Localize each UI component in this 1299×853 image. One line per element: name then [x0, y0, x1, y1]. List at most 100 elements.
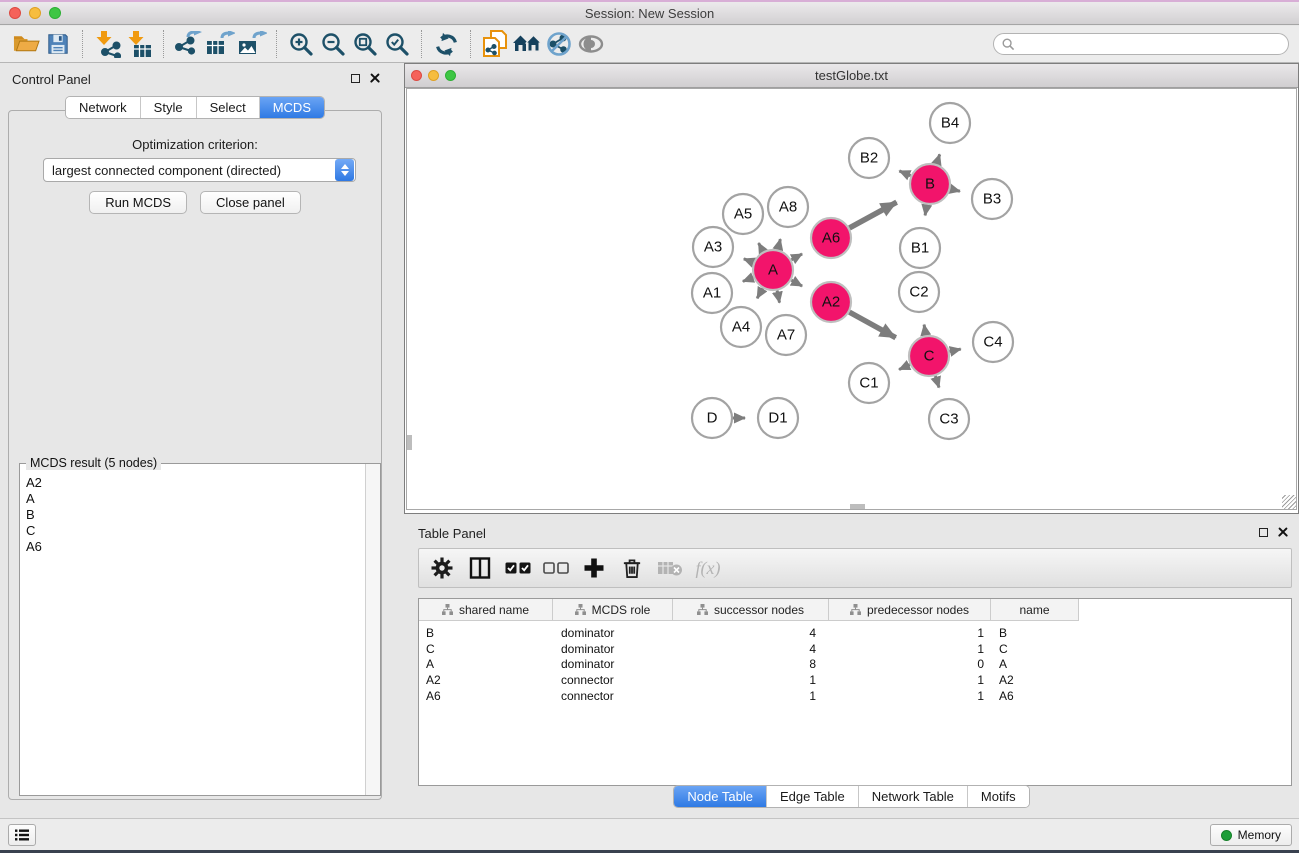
graph-edge-B-B4[interactable] — [937, 154, 940, 164]
tab-style[interactable]: Style — [140, 97, 196, 118]
column-header-predecessor-nodes[interactable]: predecessor nodes — [829, 599, 991, 621]
graph-node-A3[interactable]: A3 — [693, 227, 733, 267]
tab-select[interactable]: Select — [196, 97, 259, 118]
refresh-icon[interactable] — [430, 29, 462, 59]
column-header-successor-nodes[interactable]: successor nodes — [673, 599, 829, 621]
graph-node-A1[interactable]: A1 — [692, 273, 732, 313]
graph-node-B2[interactable]: B2 — [849, 138, 889, 178]
graph-node-A7[interactable]: A7 — [766, 315, 806, 355]
tab-motifs[interactable]: Motifs — [967, 786, 1029, 807]
memory-button[interactable]: Memory — [1210, 824, 1292, 846]
optimization-criterion-dropdown[interactable]: largest connected component (directed) — [43, 158, 356, 182]
graph-node-A8[interactable]: A8 — [768, 187, 808, 227]
graph-edge-B-B3[interactable] — [950, 189, 960, 191]
graph-edge-A-A5[interactable] — [759, 243, 764, 251]
table-row[interactable]: B dominator 4 1 B — [419, 625, 1291, 641]
graph-node-A5[interactable]: A5 — [723, 194, 763, 234]
graph-edge-B-B1[interactable] — [925, 205, 927, 216]
graph-node-A2[interactable]: A2 — [811, 282, 851, 322]
delete-table-icon[interactable] — [655, 553, 685, 583]
select-all-checkboxes-icon[interactable] — [503, 553, 533, 583]
table-row[interactable]: A6 connector 1 1 A6 — [419, 688, 1291, 704]
float-panel-icon[interactable] — [351, 74, 360, 83]
graph-edge-C-C1[interactable] — [899, 365, 910, 370]
graph-node-A6[interactable]: A6 — [811, 218, 851, 258]
window-resize-grip[interactable] — [1282, 495, 1296, 509]
table-row[interactable]: A dominator 8 0 A — [419, 657, 1291, 673]
zoom-in-icon[interactable] — [285, 29, 317, 59]
graph-edge-A-A7[interactable] — [777, 291, 779, 303]
export-network-icon[interactable] — [172, 29, 204, 59]
graph-node-B1[interactable]: B1 — [900, 228, 940, 268]
mcds-result-item[interactable]: A — [26, 491, 359, 507]
horizontal-scroll-nub[interactable] — [850, 504, 865, 509]
result-list-scrollbar[interactable] — [365, 464, 380, 795]
table-row[interactable]: C dominator 4 1 C — [419, 641, 1291, 657]
float-panel-icon[interactable] — [1259, 528, 1268, 537]
graph-edge-A-A1[interactable] — [743, 277, 753, 281]
graph-node-A[interactable]: A — [753, 250, 793, 290]
graph-node-C2[interactable]: C2 — [899, 272, 939, 312]
graph-node-B4[interactable]: B4 — [930, 103, 970, 143]
graph-node-C[interactable]: C — [909, 336, 949, 376]
search-input[interactable] — [1015, 37, 1280, 51]
graph-edge-A6-B[interactable] — [849, 202, 896, 228]
tab-edge-table[interactable]: Edge Table — [766, 786, 858, 807]
deselect-all-checkboxes-icon[interactable] — [541, 553, 571, 583]
graph-edge-A-A8[interactable] — [778, 239, 780, 249]
graph-node-B[interactable]: B — [910, 164, 950, 204]
first-neighbors-icon[interactable] — [511, 29, 543, 59]
new-network-from-selection-icon[interactable] — [479, 29, 511, 59]
column-header-mcds-role[interactable]: MCDS role — [553, 599, 673, 621]
close-panel-icon[interactable] — [1278, 527, 1288, 537]
network-window-titlebar[interactable]: testGlobe.txt — [405, 64, 1298, 88]
import-network-icon[interactable] — [91, 29, 123, 59]
tab-mcds[interactable]: MCDS — [259, 97, 324, 118]
graph-node-D1[interactable]: D1 — [758, 398, 798, 438]
tab-network-table[interactable]: Network Table — [858, 786, 967, 807]
column-header-name[interactable]: name — [991, 599, 1079, 621]
export-image-icon[interactable] — [236, 29, 268, 59]
task-history-button[interactable] — [8, 824, 36, 846]
delete-column-icon[interactable] — [617, 553, 647, 583]
close-panel-icon[interactable] — [370, 73, 380, 83]
settings-gear-icon[interactable] — [427, 553, 457, 583]
hide-selection-icon[interactable] — [543, 29, 575, 59]
graph-edge-B-B2[interactable] — [899, 171, 910, 176]
graph-edge-A-A3[interactable] — [744, 259, 754, 263]
mcds-result-item[interactable]: C — [26, 523, 359, 539]
graph-node-A4[interactable]: A4 — [721, 307, 761, 347]
zoom-selected-icon[interactable] — [381, 29, 413, 59]
mcds-result-item[interactable]: B — [26, 507, 359, 523]
table-row[interactable]: A2 connector 1 1 A2 — [419, 672, 1291, 688]
graph-edge-C-C4[interactable] — [950, 349, 961, 351]
mcds-result-item[interactable]: A6 — [26, 539, 359, 555]
graph-edge-A2-C[interactable] — [849, 312, 895, 338]
graph-edge-A-A4[interactable] — [757, 288, 763, 298]
graph-edge-C-C3[interactable] — [935, 376, 939, 388]
network-canvas[interactable]: B4B2BB3A5A8A6B1A3AC2A1A2A4A7C4CC1C3DD1 — [406, 88, 1297, 510]
close-panel-button[interactable]: Close panel — [200, 191, 301, 214]
show-all-icon[interactable] — [575, 29, 607, 59]
import-table-icon[interactable] — [123, 29, 155, 59]
add-column-icon[interactable] — [579, 553, 609, 583]
graph-node-C3[interactable]: C3 — [929, 399, 969, 439]
tab-node-table[interactable]: Node Table — [674, 786, 766, 807]
run-mcds-button[interactable]: Run MCDS — [89, 191, 187, 214]
tab-network[interactable]: Network — [66, 97, 140, 118]
graph-edge-C-C2[interactable] — [924, 325, 926, 336]
function-builder-icon[interactable]: f(x) — [693, 553, 723, 583]
graph-edge-A-A2[interactable] — [791, 280, 802, 286]
zoom-out-icon[interactable] — [317, 29, 349, 59]
graph-node-C4[interactable]: C4 — [973, 322, 1013, 362]
open-session-icon[interactable] — [10, 29, 42, 59]
graph-edge-A-A6[interactable] — [791, 254, 802, 260]
graph-node-C1[interactable]: C1 — [849, 363, 889, 403]
mcds-result-item[interactable]: A2 — [26, 475, 359, 491]
zoom-fit-icon[interactable] — [349, 29, 381, 59]
column-visibility-icon[interactable] — [465, 553, 495, 583]
save-session-icon[interactable] — [42, 29, 74, 59]
column-header-shared-name[interactable]: shared name — [419, 599, 553, 621]
graph-node-B3[interactable]: B3 — [972, 179, 1012, 219]
vertical-scroll-nub[interactable] — [407, 435, 412, 450]
